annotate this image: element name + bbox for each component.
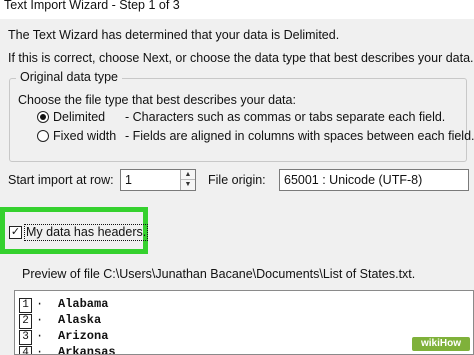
fixed-width-label[interactable]: Fixed width <box>53 129 116 144</box>
file-origin-select[interactable]: 65001 : Unicode (UTF-8) <box>279 169 469 191</box>
row-value: Alaska <box>58 313 102 327</box>
spin-down-icon[interactable]: ▼ <box>181 180 195 190</box>
file-type-prompt: Choose the file type that best describes… <box>18 93 296 107</box>
preview-label: Preview of file C:\Users\Junathan Bacane… <box>22 267 416 281</box>
delimited-radio[interactable] <box>37 111 49 123</box>
group-legend: Original data type <box>16 70 122 85</box>
fixed-width-radio[interactable] <box>37 130 49 142</box>
file-origin-label: File origin: <box>208 173 266 187</box>
row-number: 4 <box>19 346 32 354</box>
start-row-value[interactable]: 1 <box>125 173 132 187</box>
row-number: 2 <box>19 314 32 329</box>
row-number: 3 <box>19 330 32 345</box>
row-value: Alabama <box>58 297 109 311</box>
spin-up-icon[interactable]: ▲ <box>181 170 195 180</box>
start-row-spinner[interactable]: 1 ▲ ▼ <box>120 169 196 191</box>
intro-line-1: The Text Wizard has determined that your… <box>8 28 340 42</box>
preview-row: 4 · Arkansas <box>19 344 116 355</box>
window-titlebar: Text Import Wizard - Step 1 of 3 <box>0 0 474 19</box>
delimited-description: - Characters such as commas or tabs sepa… <box>125 110 446 124</box>
wikihow-watermark: wikiHow <box>412 337 470 351</box>
row-value: Arkansas <box>58 345 116 355</box>
intro-line-2: If this is correct, choose Next, or choo… <box>8 51 474 65</box>
headers-checkbox-label[interactable]: My data has headers. <box>23 224 149 241</box>
preview-row: 3 · Arizona <box>19 328 109 345</box>
delimited-label[interactable]: Delimited <box>53 110 105 125</box>
window-title: Text Import Wizard - Step 1 of 3 <box>4 0 180 12</box>
row-number: 1 <box>19 298 32 313</box>
spinner-buttons[interactable]: ▲ ▼ <box>180 170 195 190</box>
preview-pane[interactable]: 1 · Alabama 2 · Alaska 3 · Arizona 4 · Arkansas <box>14 290 474 355</box>
headers-checkbox[interactable]: ✓ <box>9 226 22 239</box>
preview-row: 1 · Alabama <box>19 296 109 313</box>
fixed-width-description: - Fields are aligned in columns with spa… <box>125 129 474 143</box>
row-value: Arizona <box>58 329 109 343</box>
preview-row: 2 · Alaska <box>19 312 102 329</box>
start-row-label: Start import at row: <box>8 173 114 187</box>
file-origin-value[interactable]: 65001 : Unicode (UTF-8) <box>284 173 422 187</box>
